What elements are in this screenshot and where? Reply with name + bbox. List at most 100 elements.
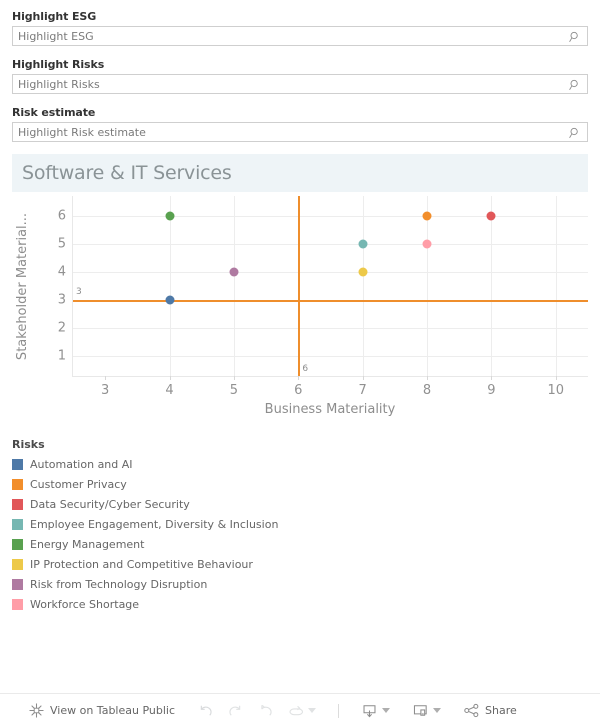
x-tick-label: 4 bbox=[165, 383, 174, 398]
download-button[interactable] bbox=[361, 694, 391, 728]
tableau-logo-icon bbox=[29, 703, 44, 718]
gridline-horizontal bbox=[73, 328, 588, 330]
device-preview-icon bbox=[413, 705, 427, 716]
legend-color-swatch bbox=[12, 598, 23, 610]
x-tick-mark bbox=[555, 376, 557, 380]
scatter-point[interactable] bbox=[229, 267, 239, 277]
y-tick-label: 3 bbox=[57, 292, 66, 308]
gridline-vertical bbox=[491, 196, 493, 376]
legend-color-swatch bbox=[12, 538, 23, 550]
download-icon bbox=[363, 705, 376, 718]
page-title: Software & IT Services bbox=[22, 162, 232, 184]
search-input[interactable] bbox=[13, 123, 587, 141]
filter-highlight-risks: Highlight Risks bbox=[12, 58, 588, 94]
legend-color-swatch bbox=[12, 518, 23, 530]
y-tick-label: 2 bbox=[57, 320, 66, 336]
view-on-tableau-public-label: View on Tableau Public bbox=[50, 704, 176, 717]
y-tick-label: 1 bbox=[57, 348, 66, 364]
legend-color-swatch bbox=[12, 498, 23, 510]
scatter-point[interactable] bbox=[358, 239, 368, 249]
filter-label: Highlight ESG bbox=[12, 10, 97, 23]
search-input[interactable] bbox=[13, 75, 587, 93]
chevron-down-icon[interactable] bbox=[308, 708, 317, 713]
share-icon bbox=[464, 703, 479, 718]
legend-item-label: Data Security/Cyber Security bbox=[30, 497, 190, 511]
x-tick-label: 6 bbox=[294, 383, 303, 398]
y-tick-label: 4 bbox=[57, 264, 66, 280]
x-tick-label: 5 bbox=[229, 383, 239, 398]
legend-color-swatch bbox=[12, 578, 23, 590]
scatter-point[interactable] bbox=[486, 211, 496, 221]
legend-item[interactable]: Customer Privacy bbox=[12, 474, 588, 494]
refresh-button[interactable] bbox=[287, 694, 317, 728]
x-tick-label: 8 bbox=[422, 383, 432, 398]
chevron-down-icon[interactable] bbox=[382, 708, 391, 713]
undo-button[interactable] bbox=[197, 694, 214, 728]
scatter-point[interactable] bbox=[422, 211, 432, 221]
x-tick-label: 9 bbox=[487, 383, 496, 398]
x-tick-mark bbox=[362, 376, 364, 380]
x-tick-mark bbox=[105, 376, 107, 380]
scatter-chart: Stakeholder Material... 3 4 5 6 7 8 9 10 1 2 3 4 5 6 6… bbox=[12, 192, 588, 424]
reference-line-label: 3 bbox=[76, 287, 82, 298]
chevron-down-icon[interactable] bbox=[433, 708, 442, 713]
x-tick-label: 10 bbox=[547, 383, 565, 398]
divider bbox=[338, 703, 340, 718]
legend-title: Risks bbox=[12, 438, 45, 451]
legend-items: Automation and AI Customer Privacy Data Se… bbox=[12, 454, 588, 614]
legend-item-label: Employee Engagement, Diversity & Inclusi… bbox=[30, 517, 279, 531]
filter-label: Highlight Risks bbox=[12, 58, 105, 71]
share-button[interactable]: Share bbox=[463, 694, 517, 728]
gridline-horizontal bbox=[73, 356, 588, 358]
filter-input-wrapper[interactable] bbox=[12, 122, 588, 142]
scatter-point[interactable] bbox=[165, 211, 175, 221]
filter-input-wrapper[interactable] bbox=[12, 26, 588, 46]
search-input[interactable] bbox=[13, 27, 587, 45]
plot-area[interactable]: 3 4 5 6 7 8 9 10 1 2 3 4 5 6 6 3 bbox=[58, 196, 588, 398]
device-preview-button[interactable] bbox=[412, 694, 442, 728]
legend-item-label: Workforce Shortage bbox=[30, 597, 140, 611]
filter-risk-estimate: Risk estimate bbox=[12, 106, 588, 142]
view-on-tableau-public-button[interactable]: View on Tableau Public bbox=[28, 694, 175, 728]
revert-icon bbox=[261, 704, 272, 716]
legend-color-swatch bbox=[12, 478, 23, 490]
scatter-point[interactable] bbox=[165, 295, 175, 305]
filter-panel: Highlight ESG Highlight Risks Risk estim… bbox=[0, 0, 600, 142]
x-axis-title: Business Materiality bbox=[264, 402, 396, 417]
x-tick-mark bbox=[491, 376, 493, 380]
legend-item[interactable]: Data Security/Cyber Security bbox=[12, 494, 588, 514]
gridline-vertical bbox=[555, 196, 557, 376]
y-tick-label: 5 bbox=[57, 236, 66, 252]
filter-input-wrapper[interactable] bbox=[12, 74, 588, 94]
gridline-vertical bbox=[233, 196, 235, 376]
legend-item[interactable]: Employee Engagement, Diversity & Inclusi… bbox=[12, 514, 588, 534]
legend: Risks Automation and AI Customer Privacy D… bbox=[12, 438, 588, 614]
legend-item-label: IP Protection and Competitive Behaviour bbox=[30, 557, 253, 571]
legend-item[interactable]: Risk from Technology Disruption bbox=[12, 574, 588, 594]
legend-item[interactable]: Workforce Shortage bbox=[12, 594, 588, 614]
x-tick-mark bbox=[233, 376, 235, 380]
reference-line-label: 6 bbox=[302, 364, 309, 374]
scatter-point[interactable] bbox=[422, 239, 432, 249]
viz-title-bar: Software & IT Services bbox=[12, 154, 588, 192]
legend-item-label: Customer Privacy bbox=[30, 477, 127, 491]
revert-button[interactable] bbox=[257, 694, 274, 728]
scatter-point[interactable] bbox=[358, 267, 368, 277]
legend-item[interactable]: Automation and AI bbox=[12, 454, 588, 474]
reference-line-vertical[interactable] bbox=[298, 196, 301, 376]
x-tick-label: 7 bbox=[358, 383, 367, 398]
y-tick-label: 6 bbox=[57, 208, 66, 224]
undo-icon bbox=[200, 705, 212, 716]
legend-item[interactable]: Energy Management bbox=[12, 534, 588, 554]
y-axis-title-label: Stakeholder Material... bbox=[15, 212, 31, 361]
redo-button[interactable] bbox=[227, 694, 244, 728]
gridline-vertical bbox=[362, 196, 364, 376]
reference-line-horizontal[interactable] bbox=[73, 300, 588, 303]
x-tick-mark bbox=[169, 376, 171, 380]
x-tick-mark bbox=[298, 376, 300, 380]
gridline-horizontal bbox=[73, 243, 588, 245]
legend-item[interactable]: IP Protection and Competitive Behaviour bbox=[12, 554, 588, 574]
share-label: Share bbox=[485, 704, 517, 717]
legend-item-label: Risk from Technology Disruption bbox=[30, 577, 208, 591]
gridline-vertical bbox=[427, 196, 429, 376]
